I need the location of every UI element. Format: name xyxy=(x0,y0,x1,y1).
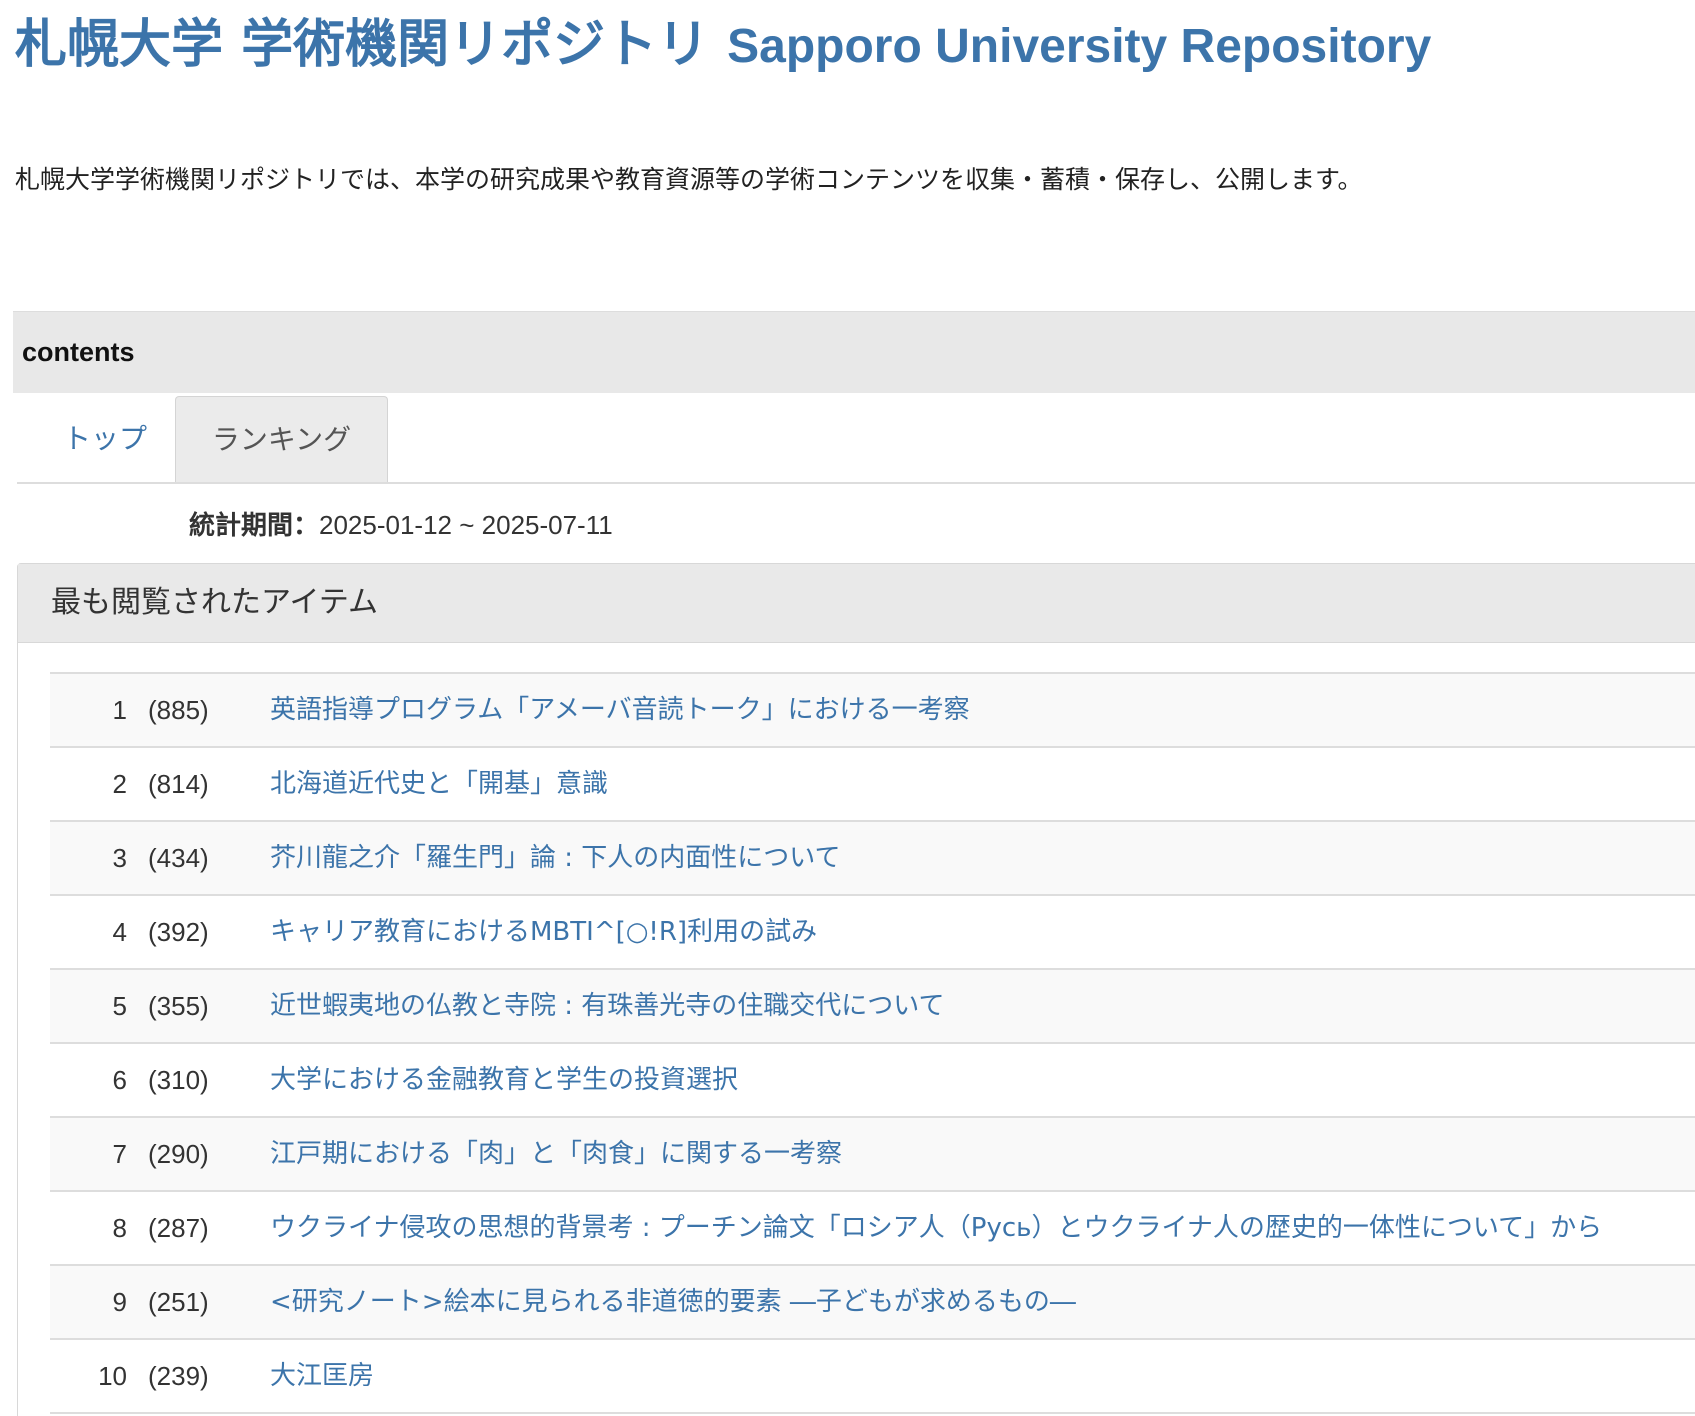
item-title-link[interactable]: 北海道近代史と「開基」意識 xyxy=(270,748,608,820)
table-row: 5 (355) 近世蝦夷地の仏教と寺院 : 有珠善光寺の住職交代について xyxy=(50,970,1695,1044)
stats-period: 統計期間：2025-01-12 ~ 2025-07-11 xyxy=(189,505,613,542)
item-title-link[interactable]: 大江匡房 xyxy=(270,1340,374,1412)
view-count: (251) xyxy=(148,1287,209,1317)
tab-top[interactable]: トップ xyxy=(35,396,175,482)
panel-heading: 最も閲覧されたアイテム xyxy=(18,564,1695,643)
view-count: (434) xyxy=(148,843,209,873)
rank-number: 10 xyxy=(98,1361,127,1391)
item-title-link[interactable]: <研究ノート>絵本に見られる非道徳的要素 ―子どもが求めるもの― xyxy=(270,1266,1076,1338)
item-title-link[interactable]: 江戸期における「肉」と「肉食」に関する一考察 xyxy=(270,1118,842,1190)
view-count: (814) xyxy=(148,769,209,799)
rank-number: 9 xyxy=(112,1287,127,1317)
table-row: 1 (885) 英語指導プログラム「アメーバ音読トーク」における一考察 xyxy=(50,674,1695,748)
item-title-link[interactable]: 英語指導プログラム「アメーバ音読トーク」における一考察 xyxy=(270,674,970,746)
stats-period-value: 2025-01-12 ~ 2025-07-11 xyxy=(319,510,613,540)
table-row: 10 (239) 大江匡房 xyxy=(50,1340,1695,1414)
table-row: 4 (392) キャリア教育におけるMBTI^[○!R]利用の試み xyxy=(50,896,1695,970)
rank-number: 5 xyxy=(112,991,127,1021)
site-title-en: Sapporo University Repository xyxy=(727,20,1432,73)
item-title-link[interactable]: キャリア教育におけるMBTI^[○!R]利用の試み xyxy=(270,896,817,968)
contents-bar: contents xyxy=(13,311,1695,393)
table-row: 9 (251) <研究ノート>絵本に見られる非道徳的要素 ―子どもが求めるもの― xyxy=(50,1266,1695,1340)
rank-number: 7 xyxy=(112,1139,127,1169)
table-row: 8 (287) ウクライナ侵攻の思想的背景考 : プーチン論文「ロシア人（Рус… xyxy=(50,1192,1695,1266)
table-row: 7 (290) 江戸期における「肉」と「肉食」に関する一考察 xyxy=(50,1118,1695,1192)
view-count: (355) xyxy=(148,991,209,1021)
rank-number: 1 xyxy=(112,695,127,725)
table-row: 6 (310) 大学における金融教育と学生の投資選択 xyxy=(50,1044,1695,1118)
page: 札幌大学 学術機関リポジトリ Sapporo University Reposit… xyxy=(0,0,1695,1416)
view-count: (392) xyxy=(148,917,209,947)
item-title-link[interactable]: 近世蝦夷地の仏教と寺院 : 有珠善光寺の住職交代について xyxy=(270,970,945,1042)
rank-number: 8 xyxy=(112,1213,127,1243)
site-title-jp: 札幌大学 学術機関リポジトリ xyxy=(15,15,710,75)
ranking-list: 1 (885) 英語指導プログラム「アメーバ音読トーク」における一考察 2 (8… xyxy=(50,672,1695,1414)
rank-number: 3 xyxy=(112,843,127,873)
table-row: 2 (814) 北海道近代史と「開基」意識 xyxy=(50,748,1695,822)
item-title-link[interactable]: ウクライナ侵攻の思想的背景考 : プーチン論文「ロシア人（Русь）とウクライナ… xyxy=(270,1192,1602,1264)
table-row: 3 (434) 芥川龍之介「羅生門」論 : 下人の内面性について xyxy=(50,822,1695,896)
contents-label: contents xyxy=(22,337,135,367)
most-viewed-panel: 最も閲覧されたアイテム 1 (885) 英語指導プログラム「アメーバ音読トーク」… xyxy=(17,563,1695,1416)
view-count: (290) xyxy=(148,1139,209,1169)
item-title-link[interactable]: 芥川龍之介「羅生門」論 : 下人の内面性について xyxy=(270,822,841,894)
rank-number: 4 xyxy=(112,917,127,947)
rank-number: 6 xyxy=(112,1065,127,1095)
item-title-link[interactable]: 大学における金融教育と学生の投資選択 xyxy=(270,1044,738,1116)
view-count: (239) xyxy=(148,1361,209,1391)
intro-text: 札幌大学学術機関リポジトリでは、本学の研究成果や教育資源等の学術コンテンツを収集… xyxy=(15,165,1363,194)
view-count: (287) xyxy=(148,1213,209,1243)
tab-ranking[interactable]: ランキング xyxy=(175,396,388,482)
rank-number: 2 xyxy=(112,769,127,799)
stats-period-label: 統計期間： xyxy=(189,511,320,541)
tab-bar: トップ ランキング xyxy=(17,396,1695,484)
site-title[interactable]: 札幌大学 学術機関リポジトリ Sapporo University Reposit… xyxy=(15,10,1431,86)
view-count: (885) xyxy=(148,695,209,725)
view-count: (310) xyxy=(148,1065,209,1095)
